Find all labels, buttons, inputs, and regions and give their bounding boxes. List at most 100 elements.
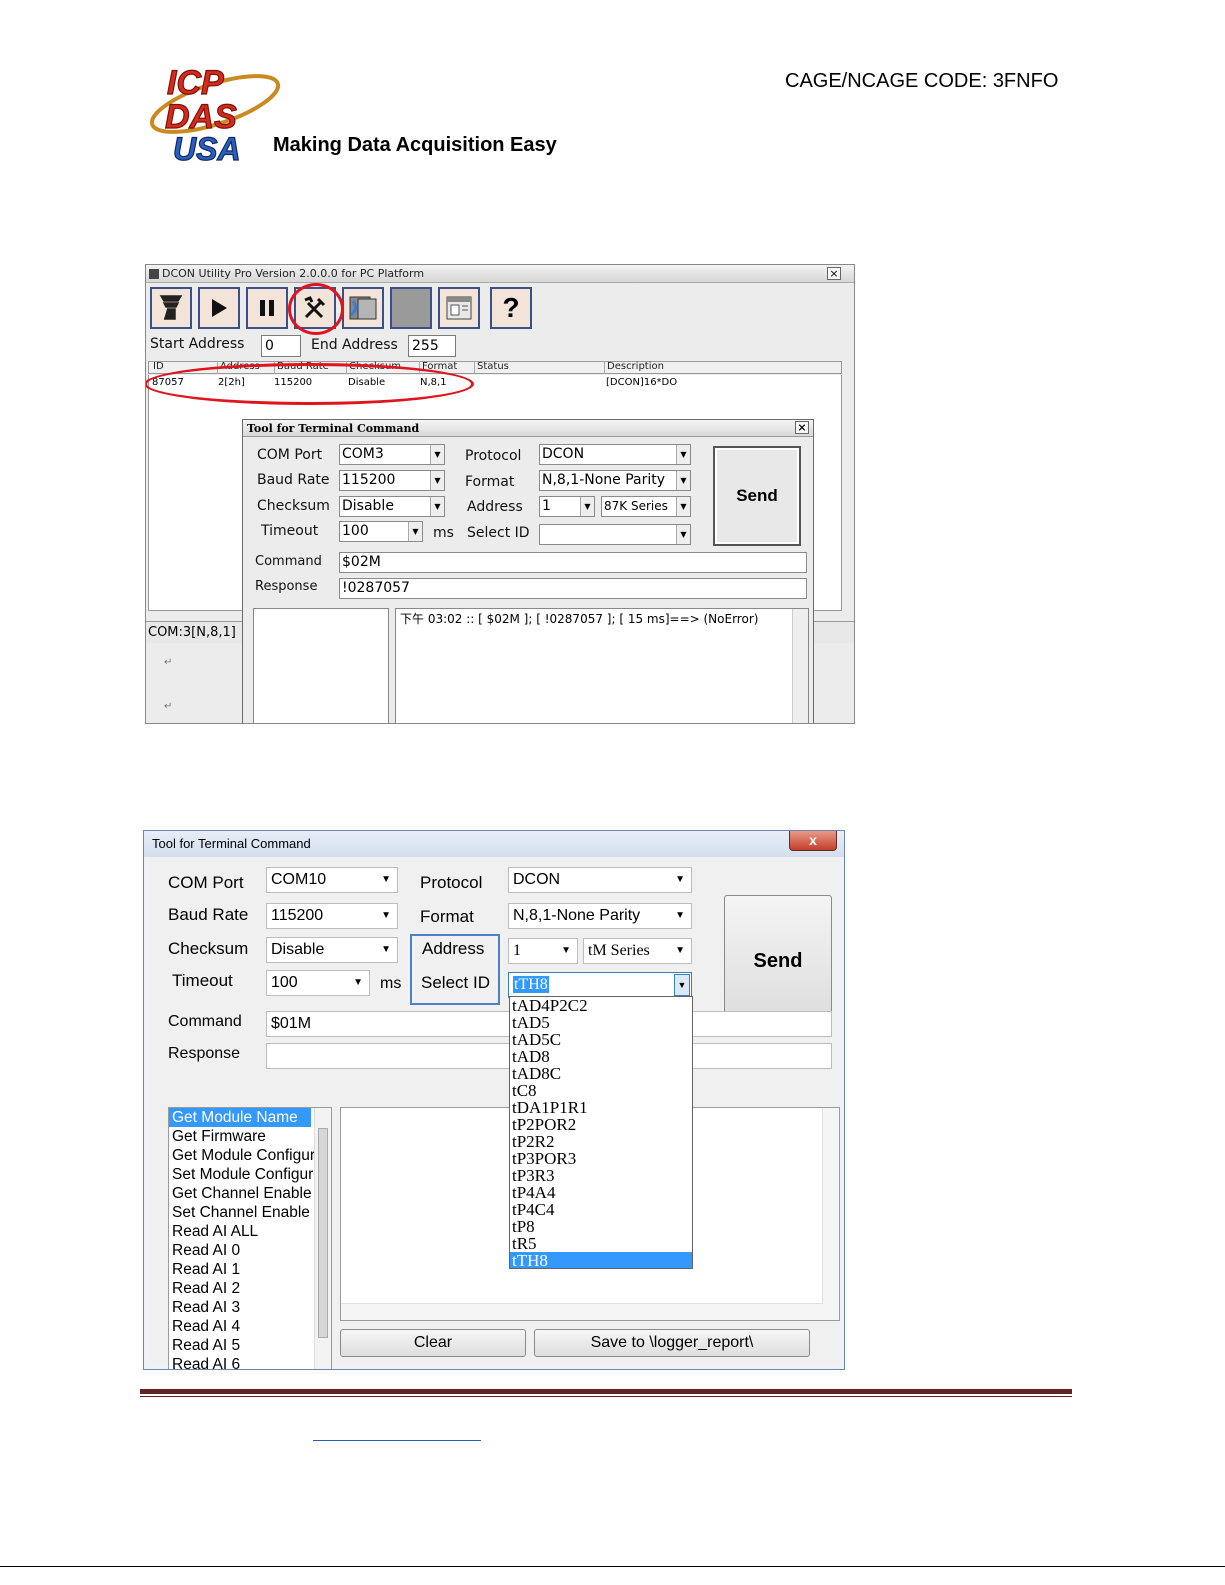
play-icon xyxy=(212,299,227,317)
dropdown-option-selected[interactable]: tTH8 xyxy=(510,1252,692,1268)
footer-rule xyxy=(140,1389,1072,1394)
dropdown-option[interactable]: tAD8C xyxy=(510,1065,692,1082)
blank-button[interactable] xyxy=(390,287,432,329)
dropdown-option[interactable]: tP3POR3 xyxy=(510,1150,692,1167)
terminal-command-dialog-old: Tool for Terminal Command × COM Port COM… xyxy=(242,419,814,723)
select-id-select[interactable]: tTH8 ▼ xyxy=(508,972,692,998)
window-icon xyxy=(446,296,472,320)
command-input[interactable]: $02M xyxy=(339,552,807,573)
list-item[interactable]: Read AI 5 xyxy=(169,1336,331,1355)
address-select[interactable]: 1 ▼ xyxy=(539,496,595,517)
dropdown-option[interactable]: tAD5C xyxy=(510,1031,692,1048)
dropdown-option[interactable]: tC8 xyxy=(510,1082,692,1099)
format-select[interactable]: N,8,1-None Parity ▼ xyxy=(539,470,691,491)
select-id-select[interactable]: ▼ xyxy=(539,524,691,545)
checksum-select[interactable]: Disable ▼ xyxy=(339,496,445,517)
close-icon[interactable]: × xyxy=(827,267,841,280)
list-item[interactable]: Get Channel Enable Status xyxy=(169,1184,331,1203)
play-button[interactable] xyxy=(198,287,240,329)
start-address-input[interactable]: 0 xyxy=(261,335,301,357)
list-item[interactable]: Set Module Configure xyxy=(169,1165,331,1184)
protocol-select[interactable]: DCON ▼ xyxy=(508,867,692,893)
command-list-scrollbar[interactable] xyxy=(314,1108,331,1369)
dropdown-option[interactable]: tP2R2 xyxy=(510,1133,692,1150)
dropdown-option[interactable]: tP3R3 xyxy=(510,1167,692,1184)
list-item[interactable]: Read AI 4 xyxy=(169,1317,331,1336)
scan-button[interactable] xyxy=(150,287,192,329)
log-horizontal-scrollbar[interactable] xyxy=(341,1303,823,1320)
close-button[interactable]: x xyxy=(789,831,837,851)
address-select[interactable]: 1 ▼ xyxy=(508,938,578,964)
timeout-select[interactable]: 100 ▼ xyxy=(266,970,370,996)
timeout-select[interactable]: 100 ▼ xyxy=(339,521,423,542)
protocol-select[interactable]: DCON ▼ xyxy=(539,444,691,465)
list-item[interactable]: Read AI 2 xyxy=(169,1279,331,1298)
protocol-label: Protocol xyxy=(420,873,483,892)
terminal-titlebar: Tool for Terminal Command xyxy=(144,831,844,857)
address-selectid-highlight-box xyxy=(410,934,500,1005)
com-port-select[interactable]: COM10 ▼ xyxy=(266,867,398,893)
baud-rate-select[interactable]: 115200 ▼ xyxy=(339,470,445,491)
pause-button[interactable] xyxy=(246,287,288,329)
row-description: [DCON]16*DO xyxy=(606,377,678,388)
col-id[interactable]: ID xyxy=(151,361,164,374)
command-label: Command xyxy=(168,1013,242,1030)
send-button[interactable]: Send xyxy=(724,895,832,1027)
format-select[interactable]: N,8,1-None Parity ▼ xyxy=(508,903,692,929)
com-port-label: COM Port xyxy=(257,447,323,463)
list-item[interactable]: Read AI 3 xyxy=(169,1298,331,1317)
dropdown-option[interactable]: tAD4P2C2 xyxy=(510,997,692,1014)
baud-rate-select[interactable]: 115200 ▼ xyxy=(266,903,398,929)
list-item[interactable]: Set Channel Enable Status xyxy=(169,1203,331,1222)
dropdown-option[interactable]: tP8 xyxy=(510,1218,692,1235)
list-item[interactable]: Read AI 0 xyxy=(169,1241,331,1260)
close-icon: x xyxy=(809,832,817,848)
dropdown-option[interactable]: tP2POR2 xyxy=(510,1116,692,1133)
dropdown-option[interactable]: tR5 xyxy=(510,1235,692,1252)
send-button[interactable]: Send xyxy=(713,446,801,546)
dropdown-option[interactable]: tDA1P1R1 xyxy=(510,1099,692,1116)
command-list[interactable]: Get Module Name Get Firmware Get Module … xyxy=(168,1107,332,1369)
list-item[interactable]: Read AI 6 xyxy=(169,1355,331,1369)
chevron-down-icon: ▼ xyxy=(430,497,444,516)
checksum-select[interactable]: Disable ▼ xyxy=(266,937,398,963)
dropdown-option[interactable]: tP4C4 xyxy=(510,1201,692,1218)
dropdown-option[interactable]: tAD8 xyxy=(510,1048,692,1065)
pause-icon xyxy=(260,300,274,316)
response-field[interactable]: !0287057 xyxy=(339,578,807,599)
list-item[interactable]: Read AI ALL xyxy=(169,1222,331,1241)
dialog-title: Tool for Terminal Command xyxy=(247,422,420,435)
output-log[interactable]: 下午 03:02 :: [ $02M ]; [ !0287057 ]; [ 15… xyxy=(395,608,809,723)
log-vertical-scrollbar[interactable] xyxy=(822,1108,839,1320)
col-description[interactable]: Description xyxy=(604,361,664,374)
command-list[interactable] xyxy=(253,608,389,723)
terminal-window-title: Tool for Terminal Command xyxy=(152,836,311,851)
com-port-select[interactable]: COM3 ▼ xyxy=(339,444,445,465)
help-button[interactable]: ? xyxy=(490,287,532,329)
series-select[interactable]: tM Series ▼ xyxy=(583,938,692,964)
close-icon[interactable]: × xyxy=(795,421,809,434)
dropdown-option[interactable]: tAD5 xyxy=(510,1014,692,1031)
chevron-down-icon: ▼ xyxy=(381,874,391,885)
save-report-button[interactable]: Save to \logger_report\ xyxy=(534,1329,810,1357)
chevron-down-icon: ▼ xyxy=(675,874,685,885)
list-item[interactable]: Get Module Configure xyxy=(169,1146,331,1165)
checksum-label: Checksum xyxy=(257,498,330,514)
list-item[interactable]: Get Firmware xyxy=(169,1127,331,1146)
cards-button[interactable] xyxy=(342,287,384,329)
select-id-label: Select ID xyxy=(467,525,530,541)
clear-button[interactable]: Clear xyxy=(340,1329,526,1357)
select-id-dropdown[interactable]: tAD4P2C2 tAD5 tAD5C tAD8 tAD8C tC8 tDA1P… xyxy=(509,996,693,1269)
end-address-input[interactable]: 255 xyxy=(408,335,456,357)
window-button[interactable] xyxy=(438,287,480,329)
list-item[interactable]: Get Module Name xyxy=(169,1108,311,1127)
list-item[interactable]: Read AI 1 xyxy=(169,1260,331,1279)
log-scrollbar[interactable] xyxy=(792,609,808,723)
command-label: Command xyxy=(255,554,322,569)
series-select[interactable]: 87K Series ▼ xyxy=(601,496,691,517)
dropdown-option[interactable]: tP4A4 xyxy=(510,1184,692,1201)
footer-link-underline[interactable] xyxy=(313,1440,481,1441)
scrollbar-thumb[interactable] xyxy=(318,1128,328,1338)
return-mark: ↵ xyxy=(164,657,173,668)
col-status[interactable]: Status xyxy=(474,361,509,374)
